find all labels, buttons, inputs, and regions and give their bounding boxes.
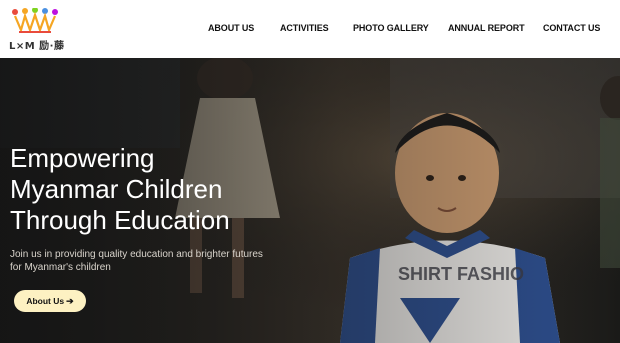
nav-contact-us[interactable]: CONTACT US: [543, 23, 600, 33]
headline-line: Empowering: [10, 143, 155, 173]
nav-annual-report[interactable]: ANNUAL REPORT: [448, 23, 525, 33]
subtext-line: Join us in providing quality education a…: [10, 249, 263, 260]
nav-activities[interactable]: ACTIVITIES: [280, 23, 329, 33]
crown-logo-icon: [12, 8, 58, 34]
site-logo[interactable]: L×M 励·藤: [9, 8, 65, 52]
headline-line: Through Education: [10, 205, 230, 235]
arrow-right-icon: ➔: [66, 295, 74, 306]
nav-about-us[interactable]: ABOUT US: [208, 23, 254, 33]
hero-banner: SHIRT FASHIO Empowering Myanmar Children…: [0, 58, 620, 343]
headline-line: Myanmar Children: [10, 174, 223, 204]
hero-subtext: Join us in providing quality education a…: [10, 248, 290, 274]
nav-photo-gallery[interactable]: PHOTO GALLERY: [353, 23, 429, 33]
logo-text: L×M 励·藤: [9, 41, 65, 52]
hero-headline: Empowering Myanmar Children Through Educ…: [10, 143, 310, 236]
about-us-button[interactable]: About Us ➔: [14, 290, 86, 312]
subtext-line: for Myanmar's children: [10, 262, 111, 273]
site-header: L×M 励·藤 ABOUT US ACTIVITIES PHOTO GALLER…: [0, 0, 620, 58]
about-us-button-label: About Us: [26, 296, 65, 306]
